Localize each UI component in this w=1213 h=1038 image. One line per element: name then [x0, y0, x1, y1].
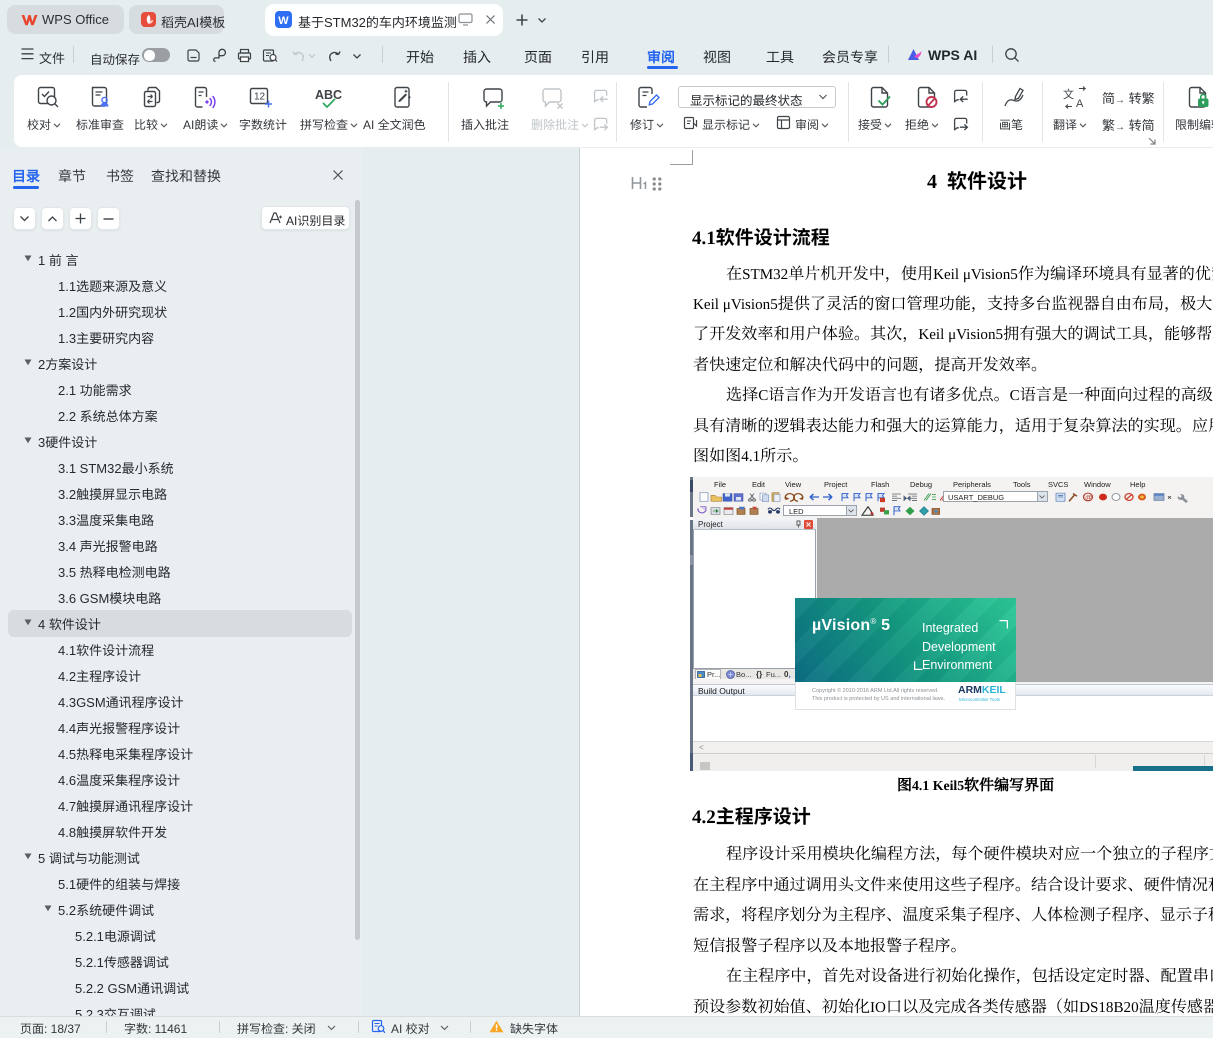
- svg-text:12: 12: [254, 92, 266, 103]
- svg-text:文: 文: [1063, 87, 1074, 101]
- svg-text:A: A: [1076, 98, 1084, 109]
- svg-text:ABC: ABC: [315, 88, 342, 102]
- svg-text:@: @: [1085, 495, 1093, 501]
